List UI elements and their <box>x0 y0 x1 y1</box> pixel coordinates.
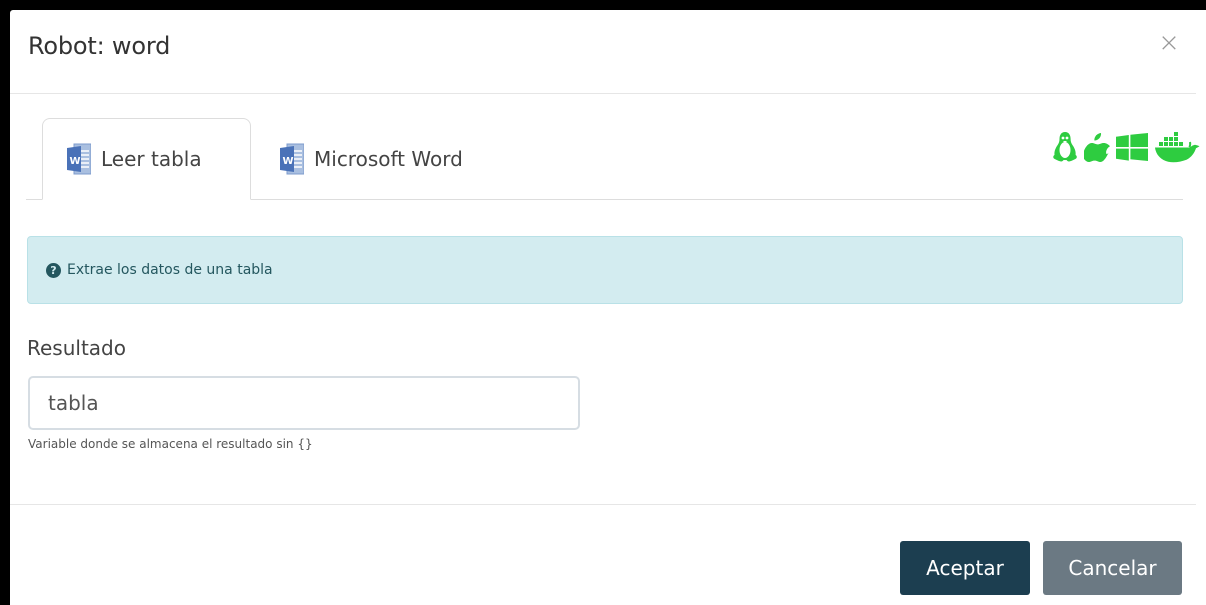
docker-icon <box>1155 132 1200 163</box>
accept-button[interactable]: Aceptar <box>900 541 1030 595</box>
cancel-button[interactable]: Cancelar <box>1043 541 1182 595</box>
tab-leer-tabla[interactable]: W Leer tabla <box>42 118 251 200</box>
info-alert-text: Extrae los datos de una tabla <box>67 262 273 278</box>
dialog-header: Robot: word × <box>10 10 1196 94</box>
info-alert: ? Extrae los datos de una tabla <box>27 236 1183 304</box>
close-button[interactable]: × <box>1156 30 1182 56</box>
dialog-title: Robot: word <box>28 32 171 60</box>
word-icon: W <box>280 143 304 175</box>
apple-icon <box>1084 133 1110 163</box>
robot-dialog: Robot: word × W Leer tabla W Microsoft W… <box>10 10 1206 605</box>
tab-microsoft-word[interactable]: W Microsoft Word <box>256 118 487 200</box>
svg-text:W: W <box>283 156 294 167</box>
question-circle-icon: ? <box>46 262 61 278</box>
result-label: Resultado <box>27 336 126 360</box>
tab-label: Microsoft Word <box>314 147 463 171</box>
result-help-text: Variable donde se almacena el resultado … <box>28 437 313 451</box>
word-icon: W <box>67 143 91 175</box>
tab-bar: W Leer tabla W Microsoft Word <box>26 118 1183 200</box>
platform-icons <box>1052 130 1200 164</box>
dialog-footer: Aceptar Cancelar <box>10 504 1196 605</box>
windows-icon <box>1116 133 1148 161</box>
tab-label: Leer tabla <box>101 147 202 171</box>
linux-icon <box>1053 132 1077 162</box>
svg-text:W: W <box>70 156 81 167</box>
result-input[interactable] <box>28 376 580 430</box>
